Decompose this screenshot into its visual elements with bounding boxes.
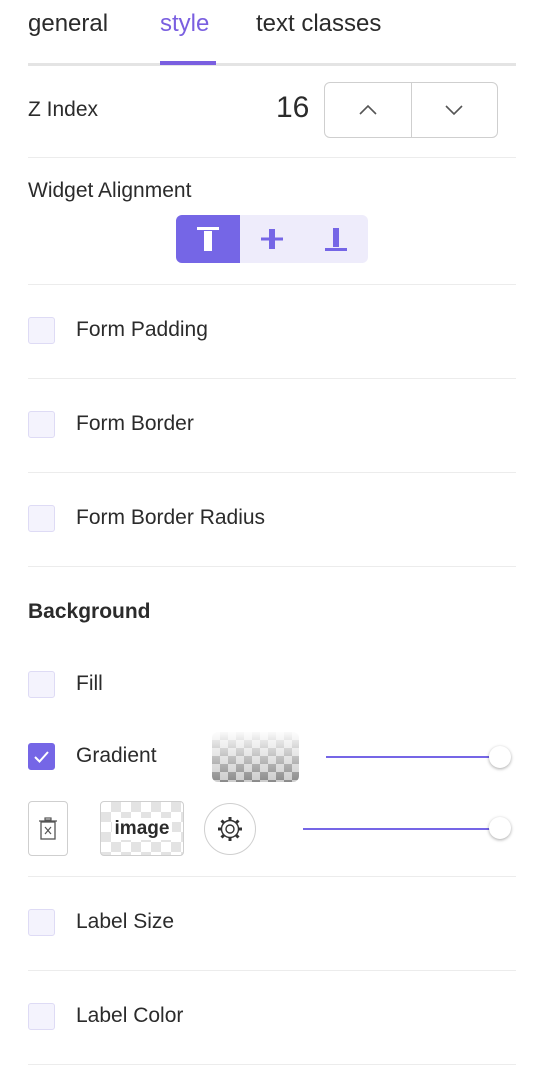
tab-style[interactable]: style [160, 10, 209, 38]
gradient-color-swatch[interactable] [212, 732, 299, 782]
form-padding-label: Form Padding [76, 318, 208, 341]
checkmark-icon [34, 751, 49, 763]
divider [28, 566, 516, 567]
fill-label: Fill [76, 672, 103, 695]
widget-alignment-label: Widget Alignment [28, 179, 192, 202]
divider [28, 284, 516, 285]
align-bottom-button[interactable] [304, 215, 368, 263]
divider [28, 157, 516, 158]
tab-general[interactable]: general [28, 10, 108, 38]
label-color-checkbox[interactable] [28, 1003, 55, 1030]
divider [28, 1064, 516, 1065]
form-border-label: Form Border [76, 412, 194, 435]
image-picker-button[interactable]: image [100, 801, 184, 856]
image-settings-button[interactable] [204, 803, 256, 855]
widget-alignment-group [176, 215, 368, 263]
gradient-opacity-slider-thumb[interactable] [489, 746, 511, 768]
z-index-stepper [324, 82, 498, 138]
chevron-up-icon [359, 104, 377, 115]
tab-bar: general style text classes [28, 0, 516, 66]
form-padding-checkbox[interactable] [28, 317, 55, 344]
background-section-title: Background [28, 600, 151, 623]
divider [28, 970, 516, 971]
gradient-opacity-slider-track[interactable] [326, 756, 498, 758]
image-opacity-slider-track[interactable] [303, 828, 498, 830]
form-border-radius-checkbox[interactable] [28, 505, 55, 532]
delete-image-button[interactable] [28, 801, 68, 856]
divider [28, 472, 516, 473]
chevron-down-icon [445, 105, 463, 116]
active-tab-indicator [160, 61, 216, 65]
z-index-value: 16 [276, 91, 310, 124]
align-center-button[interactable] [240, 215, 304, 263]
align-top-button[interactable] [176, 215, 240, 263]
form-border-checkbox[interactable] [28, 411, 55, 438]
divider [28, 378, 516, 379]
trash-icon [39, 816, 57, 840]
label-color-label: Label Color [76, 1004, 184, 1027]
gradient-label: Gradient [76, 744, 157, 767]
fill-checkbox[interactable] [28, 671, 55, 698]
z-index-label: Z Index [28, 98, 99, 121]
gear-icon [218, 817, 242, 841]
align-top-icon [197, 227, 219, 251]
align-bottom-icon [325, 228, 347, 251]
tab-text-classes[interactable]: text classes [256, 10, 381, 38]
z-index-increment-button[interactable] [325, 83, 411, 137]
image-button-label: image [111, 817, 173, 840]
align-center-icon [261, 229, 283, 249]
form-border-radius-label: Form Border Radius [76, 506, 266, 529]
label-size-label: Label Size [76, 910, 175, 933]
label-size-checkbox[interactable] [28, 909, 55, 936]
gradient-checkbox[interactable] [28, 743, 55, 770]
image-opacity-slider-thumb[interactable] [489, 817, 511, 839]
divider [28, 876, 516, 877]
z-index-decrement-button[interactable] [410, 83, 498, 137]
